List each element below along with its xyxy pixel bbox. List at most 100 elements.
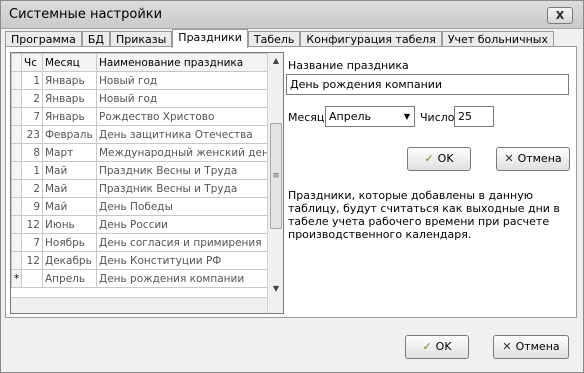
- cell-day[interactable]: 12: [21, 215, 43, 234]
- table-row[interactable]: 2 Январь Новый год: [11, 89, 277, 108]
- cross-icon: ✕: [502, 340, 512, 353]
- cell-name[interactable]: День рождения компании: [95, 269, 277, 288]
- cell-day[interactable]: 1: [21, 71, 43, 90]
- cell-month[interactable]: Январь: [42, 107, 97, 126]
- row-indicator[interactable]: [11, 125, 22, 144]
- window-title: Системные настройки: [9, 7, 163, 22]
- cell-name[interactable]: Праздник Весны и Труда: [95, 179, 277, 198]
- check-icon: ✓: [422, 340, 432, 353]
- cell-month[interactable]: Апрель: [42, 269, 97, 288]
- row-indicator[interactable]: [11, 143, 22, 162]
- row-indicator[interactable]: [11, 251, 22, 270]
- cell-day[interactable]: 23: [21, 125, 43, 144]
- cell-day[interactable]: 8: [21, 143, 43, 162]
- cell-month[interactable]: Ноябрь: [42, 233, 97, 252]
- table-row[interactable]: 12 Декабрь День Конституции РФ: [11, 251, 277, 270]
- cell-month[interactable]: Февраль: [42, 125, 97, 144]
- cell-day[interactable]: 7: [21, 107, 43, 126]
- table-row[interactable]: 1 Май Праздник Весны и Труда: [11, 161, 277, 180]
- title-bar: Системные настройки X: [1, 1, 583, 29]
- cell-day[interactable]: 12: [21, 251, 43, 270]
- table-row[interactable]: 7 Январь Рождество Христово: [11, 107, 277, 126]
- row-indicator[interactable]: [11, 197, 22, 216]
- tab-strip: Программа БД Приказы Праздники Табель Ко…: [5, 29, 554, 48]
- horizontal-scrollbar[interactable]: [11, 297, 267, 313]
- holiday-name-input[interactable]: День рождения компании: [286, 74, 569, 95]
- form-ok-label: OK: [437, 152, 454, 165]
- cell-day[interactable]: 2: [21, 89, 43, 108]
- cell-name[interactable]: Праздник Весны и Труда: [95, 161, 277, 180]
- holidays-panel: Чс Месяц Наименование праздника 1 Январь Н…: [5, 46, 577, 318]
- cell-day[interactable]: [21, 269, 43, 288]
- new-row-marker[interactable]: *: [11, 269, 22, 288]
- cell-name[interactable]: День защитника Отечества: [95, 125, 277, 144]
- row-indicator-header: [11, 53, 22, 72]
- cell-name[interactable]: День согласия и примирения: [95, 233, 277, 252]
- cell-month[interactable]: Июнь: [42, 215, 97, 234]
- column-header-name[interactable]: Наименование праздника: [95, 53, 277, 72]
- cross-icon: ✕: [504, 152, 514, 165]
- cell-month[interactable]: Январь: [42, 89, 97, 108]
- cell-month[interactable]: Март: [42, 143, 97, 162]
- cell-day[interactable]: 7: [21, 233, 43, 252]
- column-header-day[interactable]: Чс: [21, 53, 43, 72]
- month-label: Месяц: [288, 111, 325, 124]
- holiday-name-label: Название праздника: [288, 59, 409, 72]
- tab-holidays[interactable]: Праздники: [172, 29, 248, 48]
- column-header-month[interactable]: Месяц: [42, 53, 97, 72]
- cell-name[interactable]: День Конституции РФ: [95, 251, 277, 270]
- dialog-ok-label: OK: [435, 340, 452, 353]
- scroll-thumb[interactable]: ≡: [270, 123, 282, 229]
- row-indicator[interactable]: [11, 161, 22, 180]
- row-indicator[interactable]: [11, 107, 22, 126]
- table-row[interactable]: 9 Май День Победы: [11, 197, 277, 216]
- form-cancel-button[interactable]: ✕ Отмена: [496, 147, 570, 171]
- cell-month[interactable]: Декабрь: [42, 251, 97, 270]
- row-indicator[interactable]: [11, 89, 22, 108]
- month-select[interactable]: Апрель ▼: [325, 106, 415, 127]
- scroll-down-icon[interactable]: ▼: [268, 281, 283, 297]
- table-row[interactable]: 7 Ноябрь День согласия и примирения: [11, 233, 277, 252]
- new-record-row[interactable]: * Апрель День рождения компании: [11, 269, 277, 288]
- table-row[interactable]: 12 Июнь День России: [11, 215, 277, 234]
- day-input[interactable]: 25: [454, 106, 494, 127]
- check-icon: ✓: [424, 152, 434, 165]
- cell-month[interactable]: Май: [42, 197, 97, 216]
- form-ok-button[interactable]: ✓ OK: [407, 147, 471, 171]
- row-indicator[interactable]: [11, 233, 22, 252]
- cell-name[interactable]: Новый год: [95, 89, 277, 108]
- cell-month[interactable]: Май: [42, 161, 97, 180]
- table-header-row: Чс Месяц Наименование праздника: [11, 53, 277, 72]
- cell-day[interactable]: 2: [21, 179, 43, 198]
- cell-month[interactable]: Май: [42, 179, 97, 198]
- dialog-cancel-label: Отмена: [515, 340, 560, 353]
- table-row[interactable]: 1 Январь Новый год: [11, 71, 277, 90]
- row-indicator[interactable]: [11, 215, 22, 234]
- holidays-table: Чс Месяц Наименование праздника 1 Январь Н…: [11, 53, 277, 288]
- table-row[interactable]: 2 Май Праздник Весны и Труда: [11, 179, 277, 198]
- cell-name[interactable]: Новый год: [95, 71, 277, 90]
- cell-day[interactable]: 9: [21, 197, 43, 216]
- cell-name[interactable]: День России: [95, 215, 277, 234]
- row-indicator[interactable]: [11, 71, 22, 90]
- vertical-scrollbar[interactable]: ▲ ≡ ▼: [267, 53, 283, 313]
- settings-window: Системные настройки X Программа БД Прика…: [0, 0, 584, 373]
- table-row[interactable]: 8 Март Международный женский день: [11, 143, 277, 162]
- form-cancel-label: Отмена: [517, 152, 562, 165]
- scroll-up-icon[interactable]: ▲: [268, 53, 283, 69]
- cell-name[interactable]: День Победы: [95, 197, 277, 216]
- dialog-ok-button[interactable]: ✓ OK: [405, 335, 469, 359]
- cell-name[interactable]: Рождество Христово: [95, 107, 277, 126]
- close-button[interactable]: X: [547, 7, 573, 24]
- cell-name[interactable]: Международный женский день: [95, 143, 277, 162]
- dialog-cancel-button[interactable]: ✕ Отмена: [493, 335, 569, 359]
- cell-month[interactable]: Январь: [42, 71, 97, 90]
- row-indicator[interactable]: [11, 179, 22, 198]
- table-row[interactable]: 23 Февраль День защитника Отечества: [11, 125, 277, 144]
- holidays-note: Праздники, которые добавлены в данную та…: [288, 189, 560, 241]
- month-select-value: Апрель: [329, 110, 371, 123]
- holidays-grid[interactable]: Чс Месяц Наименование праздника 1 Январь Н…: [10, 52, 284, 314]
- chevron-down-icon: ▼: [403, 112, 410, 121]
- cell-day[interactable]: 1: [21, 161, 43, 180]
- day-label: Число: [420, 111, 455, 124]
